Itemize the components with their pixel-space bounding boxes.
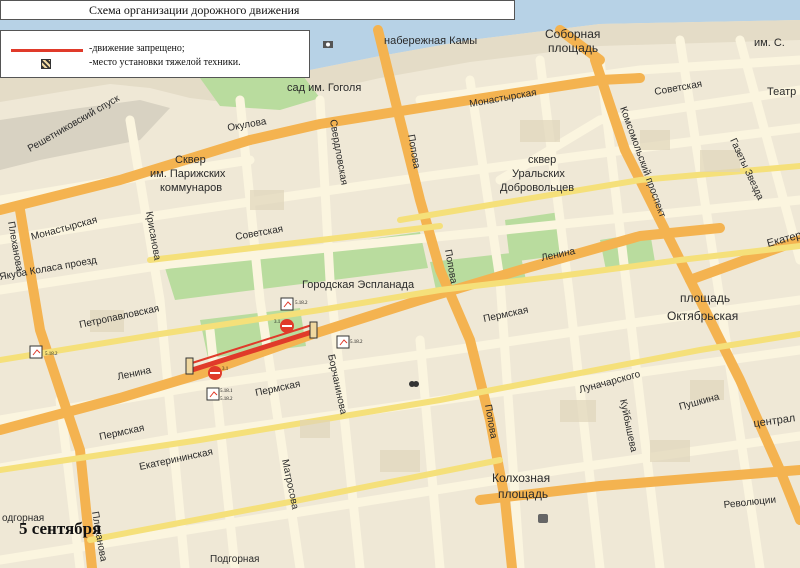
label-im-s: им. С.	[754, 37, 785, 49]
label-sad-gogolya: сад им. Гоголя	[287, 82, 361, 94]
label-ploshchad-okt-1: площадь	[680, 291, 730, 305]
sign-code-2: 3.1	[222, 367, 229, 372]
camera-icon	[323, 41, 333, 48]
legend-row-closed: -движение запрещено;	[1, 43, 311, 57]
traffic-map[interactable]: 5.18.2 5.18.2 5.18.1 5.18.2 5.18.2 3.1 3…	[0, 0, 800, 568]
legend: -движение запрещено; -место установки тя…	[0, 30, 310, 78]
label-skver-ud-3: Добровольцев	[500, 182, 574, 194]
turn-sign-2	[336, 335, 350, 349]
map-title: Схема организации дорожного движения	[0, 0, 515, 20]
heavy-equipment-marker-west	[185, 357, 194, 375]
date-label: 5 сентября	[19, 519, 102, 538]
label-sobornaya-1: Соборная	[545, 27, 600, 41]
label-podgornaya-s: Подгорная	[210, 554, 259, 565]
label-skver-pk-1: Сквер	[175, 154, 206, 166]
legend-equipment-label: -место установки тяжелой техники.	[89, 57, 241, 68]
label-teatr: Театр	[767, 86, 796, 98]
closure-legend-swatch	[11, 49, 83, 52]
sign-tag-5: 5.18.2	[220, 397, 233, 402]
label-kolkhoznaya-2: площадь	[498, 487, 548, 501]
legend-closed-label: -движение запрещено;	[89, 43, 185, 54]
legend-row-equipment: -место установки тяжелой техники.	[1, 57, 311, 71]
sign-tag-3: 5.18.1	[220, 389, 233, 394]
monument-icon	[409, 381, 419, 387]
no-entry-sign-1	[280, 319, 294, 333]
sign-tag-4: 5.18.2	[45, 352, 58, 357]
no-entry-sign-2	[208, 366, 222, 380]
label-sobornaya-2: площадь	[548, 41, 598, 55]
sign-code-1: 3.1	[274, 320, 281, 325]
label-skver-ud-1: сквер	[528, 154, 556, 166]
sign-tag-2: 5.18.2	[350, 340, 363, 345]
label-gorodskaya-esplanada: Городская Эспланада	[302, 279, 415, 291]
label-ploshchad-okt-2: Октябрьская	[667, 309, 738, 323]
equipment-legend-swatch	[41, 59, 51, 69]
turn-sign-3	[206, 387, 220, 401]
turn-sign-4	[29, 345, 43, 359]
label-naberezhnaya: набережная Камы	[384, 35, 477, 47]
label-skver-ud-2: Уральских	[512, 168, 565, 180]
label-skver-pk-2: им. Парижских	[150, 168, 226, 180]
landmark-icon	[538, 514, 548, 523]
label-skver-pk-3: коммунаров	[160, 182, 222, 194]
turn-sign-1	[280, 297, 294, 311]
label-kolkhoznaya-1: Колхозная	[492, 471, 550, 485]
sign-tag-1: 5.18.2	[295, 301, 308, 306]
heavy-equipment-marker-east	[309, 321, 318, 339]
